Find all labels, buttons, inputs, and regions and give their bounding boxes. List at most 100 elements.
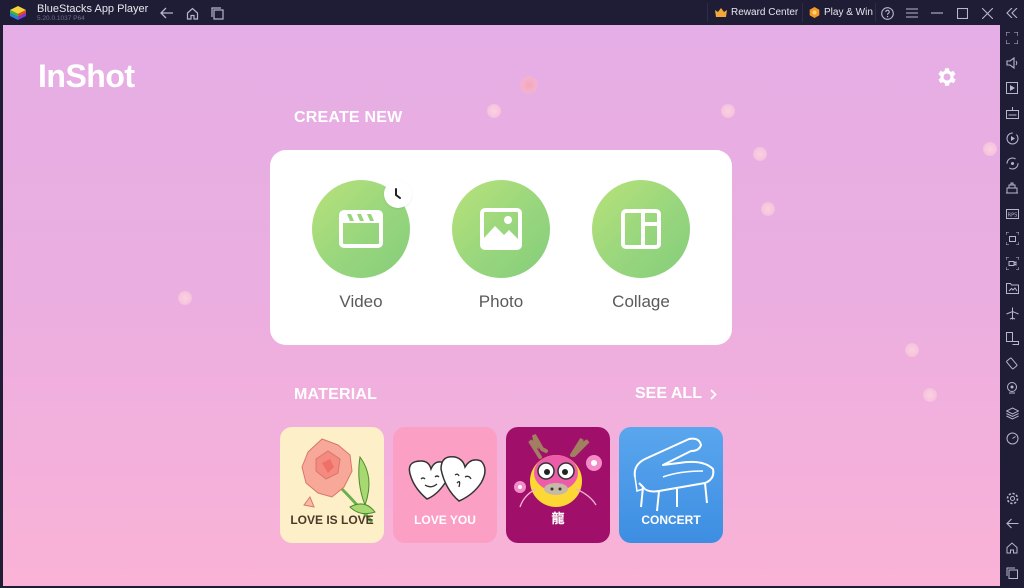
hamburger-menu-icon — [906, 8, 918, 18]
home-button[interactable] — [183, 4, 201, 22]
close-icon — [981, 7, 993, 19]
material-label: LOVE IS LOVE — [290, 513, 374, 527]
hearts-illustration — [408, 456, 486, 502]
maximize-button[interactable] — [953, 4, 971, 22]
android-home-button[interactable] — [1004, 540, 1020, 556]
multi-instance-button[interactable] — [1004, 180, 1020, 196]
clock-icon — [395, 188, 401, 199]
fps-button[interactable]: RPS — [1004, 205, 1020, 221]
coin-icon — [809, 7, 820, 18]
inshot-logo: InShot — [38, 58, 135, 94]
petal-decoration — [487, 104, 501, 118]
photo-circle — [452, 180, 550, 278]
petal-decoration — [905, 343, 919, 357]
petal-decoration — [923, 388, 937, 402]
material-concert[interactable]: CONCERT — [619, 427, 723, 543]
petal-decoration — [753, 147, 767, 161]
petal-decoration — [721, 104, 735, 118]
media-manager-button[interactable] — [1004, 80, 1020, 96]
performance-button[interactable] — [1004, 430, 1020, 446]
settings-gear-icon[interactable] — [935, 65, 959, 89]
rose-illustration — [301, 438, 376, 523]
see-all-label: SEE ALL — [635, 385, 702, 402]
petal-decoration — [520, 76, 538, 94]
media-folder-button[interactable] — [1004, 280, 1020, 296]
location-button[interactable] — [1004, 380, 1020, 396]
photo-label: Photo — [478, 292, 524, 311]
divider — [875, 3, 876, 22]
sync-icon — [1006, 157, 1018, 169]
material-love-you[interactable]: LOVE YOU — [393, 427, 497, 543]
airplane-mode-icon — [1005, 307, 1019, 319]
minimize-icon — [931, 12, 943, 14]
video-circle — [312, 180, 412, 278]
layers-icon — [1005, 406, 1019, 420]
reward-center-button[interactable]: Reward Center — [709, 0, 804, 25]
android-recent-apps-button[interactable] — [1004, 565, 1020, 581]
maximize-icon — [956, 7, 968, 19]
rotate-button[interactable] — [1004, 330, 1020, 346]
petal-decoration — [983, 142, 997, 156]
close-button[interactable] — [978, 4, 996, 22]
help-button[interactable] — [878, 4, 896, 22]
reward-center-label: Reward Center — [731, 7, 799, 18]
performance-icon — [1006, 432, 1018, 444]
android-back-button[interactable] — [1004, 515, 1020, 531]
recent-apps-button[interactable] — [208, 4, 226, 22]
material-label: 龍 — [551, 511, 565, 526]
home-icon — [186, 7, 198, 20]
material-label: CONCERT — [641, 513, 701, 527]
screenshot-button[interactable] — [1004, 230, 1020, 246]
volume-button[interactable] — [1004, 55, 1020, 71]
play-win-button[interactable]: Play & Win — [803, 0, 879, 25]
create-collage-button[interactable]: Collage — [591, 180, 691, 312]
home-icon — [1006, 542, 1018, 554]
petal-decoration — [761, 202, 775, 216]
clapperboard-icon — [339, 210, 383, 248]
fullscreen-icon — [1006, 32, 1018, 44]
location-icon — [1007, 381, 1017, 393]
windows-icon — [210, 6, 224, 20]
emulator-sidebar: RPS — [1000, 25, 1024, 588]
svg-text:RPS: RPS — [1007, 213, 1017, 219]
fullscreen-button[interactable] — [1004, 30, 1020, 46]
screen-record-icon — [1005, 256, 1019, 270]
volume-icon — [1005, 57, 1017, 69]
recent-apps-icon — [1006, 567, 1018, 579]
title-bar: BlueStacks App Player 5.20.0.1037 P64 Re… — [0, 0, 1024, 25]
video-label: Video — [339, 292, 383, 311]
collapse-sidebar-button[interactable] — [1003, 4, 1021, 22]
settings-icon — [1006, 492, 1018, 504]
macro-button[interactable] — [1004, 130, 1020, 146]
create-video-button[interactable]: Video — [311, 180, 412, 312]
divider — [707, 3, 708, 22]
settings-button[interactable] — [1004, 490, 1020, 506]
double-chevron-left-icon — [1006, 8, 1018, 18]
bluestacks-logo-icon — [10, 6, 26, 20]
menu-button[interactable] — [903, 4, 921, 22]
minimize-button[interactable] — [928, 4, 946, 22]
play-win-label: Play & Win — [824, 7, 873, 18]
collage-layout-icon — [621, 209, 661, 249]
keyboard-controls-button[interactable] — [1004, 105, 1020, 121]
app-title: BlueStacks App Player — [37, 3, 149, 15]
see-all-button[interactable]: SEE ALL — [635, 385, 717, 403]
screen-record-button[interactable] — [1004, 255, 1020, 271]
material-dragon[interactable]: 龍 — [506, 427, 610, 543]
layers-button[interactable] — [1004, 405, 1020, 421]
inshot-home-screen: InShot CREATE NEW Video Photo Collage MA… — [3, 25, 1000, 586]
airplane-mode-button[interactable] — [1004, 305, 1020, 321]
material-label: LOVE YOU — [414, 513, 476, 527]
multi-instance-icon — [1006, 182, 1018, 194]
sync-button[interactable] — [1004, 155, 1020, 171]
back-button[interactable] — [158, 4, 176, 22]
crown-icon — [715, 7, 727, 17]
create-photo-button[interactable]: Photo — [451, 180, 551, 312]
petal-decoration — [178, 291, 192, 305]
shake-button[interactable] — [1004, 355, 1020, 371]
shake-icon — [1005, 357, 1017, 369]
image-icon — [480, 208, 522, 250]
rotate-screen-icon — [1005, 331, 1019, 345]
material-love-is-love[interactable]: LOVE IS LOVE — [280, 427, 384, 543]
recent-draft-badge[interactable] — [384, 180, 412, 208]
